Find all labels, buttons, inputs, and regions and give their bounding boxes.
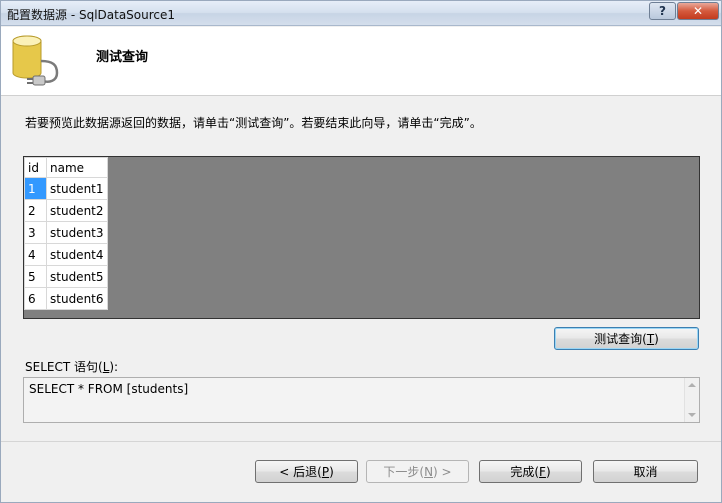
select-label-post: ): [109, 360, 119, 374]
table-row[interactable]: 1 student1 [24, 177, 108, 200]
results-grid[interactable]: id name 1 student1 2 student2 3 student3 [23, 156, 700, 319]
cell-id[interactable]: 3 [24, 221, 47, 244]
window-title: 配置数据源 - SqlDataSource1 [7, 8, 176, 22]
wizard-header: 测试查询 [1, 27, 721, 96]
cell-name[interactable]: student2 [46, 199, 108, 222]
table-row[interactable]: 4 student4 [24, 243, 108, 266]
page-title: 测试查询 [96, 50, 149, 65]
table-row[interactable]: 2 student2 [24, 199, 108, 222]
select-statement-textbox[interactable]: SELECT * FROM [students] [23, 377, 700, 423]
results-table: id name 1 student1 2 student2 3 student3 [24, 157, 108, 310]
next-label-pre: 下一步( [383, 465, 425, 479]
test-query-label-post: ) [654, 331, 659, 346]
configure-datasource-dialog: 配置数据源 - SqlDataSource1 ? ✕ 测试查询 若要预览此数据源… [0, 0, 722, 503]
close-button[interactable]: ✕ [677, 2, 719, 20]
cancel-button[interactable]: 取消 [593, 460, 698, 483]
finish-button[interactable]: 完成(F) [479, 460, 582, 483]
select-statement-label: SELECT 语句(L): [25, 358, 118, 375]
finish-label-pre: 完成( [510, 465, 540, 479]
scroll-down-icon[interactable] [688, 413, 696, 417]
cell-id[interactable]: 1 [24, 177, 47, 200]
cell-id[interactable]: 4 [24, 243, 47, 266]
vertical-scrollbar[interactable] [684, 378, 699, 422]
select-statement-text: SELECT * FROM [students] [29, 382, 189, 396]
database-icon [12, 35, 59, 86]
header-row: id name [24, 157, 108, 178]
cell-id[interactable]: 6 [24, 287, 47, 310]
cell-name[interactable]: student6 [46, 287, 108, 310]
help-button[interactable]: ? [649, 2, 676, 20]
back-button[interactable]: < 后退(P) [255, 460, 358, 483]
cell-id[interactable]: 5 [24, 265, 47, 288]
next-button[interactable]: 下一步(N) > [366, 460, 469, 483]
title-bar: 配置数据源 - SqlDataSource1 ? ✕ [1, 1, 721, 26]
cell-name[interactable]: student1 [46, 177, 108, 200]
column-header-name[interactable]: name [46, 157, 108, 178]
cell-name[interactable]: student5 [46, 265, 108, 288]
finish-label-post: ) [545, 464, 551, 479]
table-row[interactable]: 3 student3 [24, 221, 108, 244]
next-accesskey: N [424, 464, 434, 479]
table-row[interactable]: 6 student6 [24, 287, 108, 310]
back-label-post: ) [329, 464, 334, 479]
footer-divider [1, 441, 721, 442]
back-label-pre: < 后退( [279, 465, 322, 479]
column-header-id[interactable]: id [24, 157, 47, 178]
test-query-accesskey: T [646, 331, 655, 346]
table-row[interactable]: 5 student5 [24, 265, 108, 288]
next-label-post: ) > [433, 464, 452, 479]
cell-id[interactable]: 2 [24, 199, 47, 222]
cell-name[interactable]: student3 [46, 221, 108, 244]
cell-name[interactable]: student4 [46, 243, 108, 266]
test-query-button[interactable]: 测试查询(T) [554, 327, 699, 350]
select-label-pre: SELECT 语句( [25, 360, 103, 374]
finish-accesskey: F [539, 464, 546, 479]
back-accesskey: P [321, 464, 330, 479]
test-query-label-pre: 测试查询( [594, 332, 647, 346]
instruction-text: 若要预览此数据源返回的数据，请单击“测试查询”。若要结束此向导，请单击“完成”。 [25, 116, 482, 130]
scroll-up-icon[interactable] [688, 383, 696, 387]
